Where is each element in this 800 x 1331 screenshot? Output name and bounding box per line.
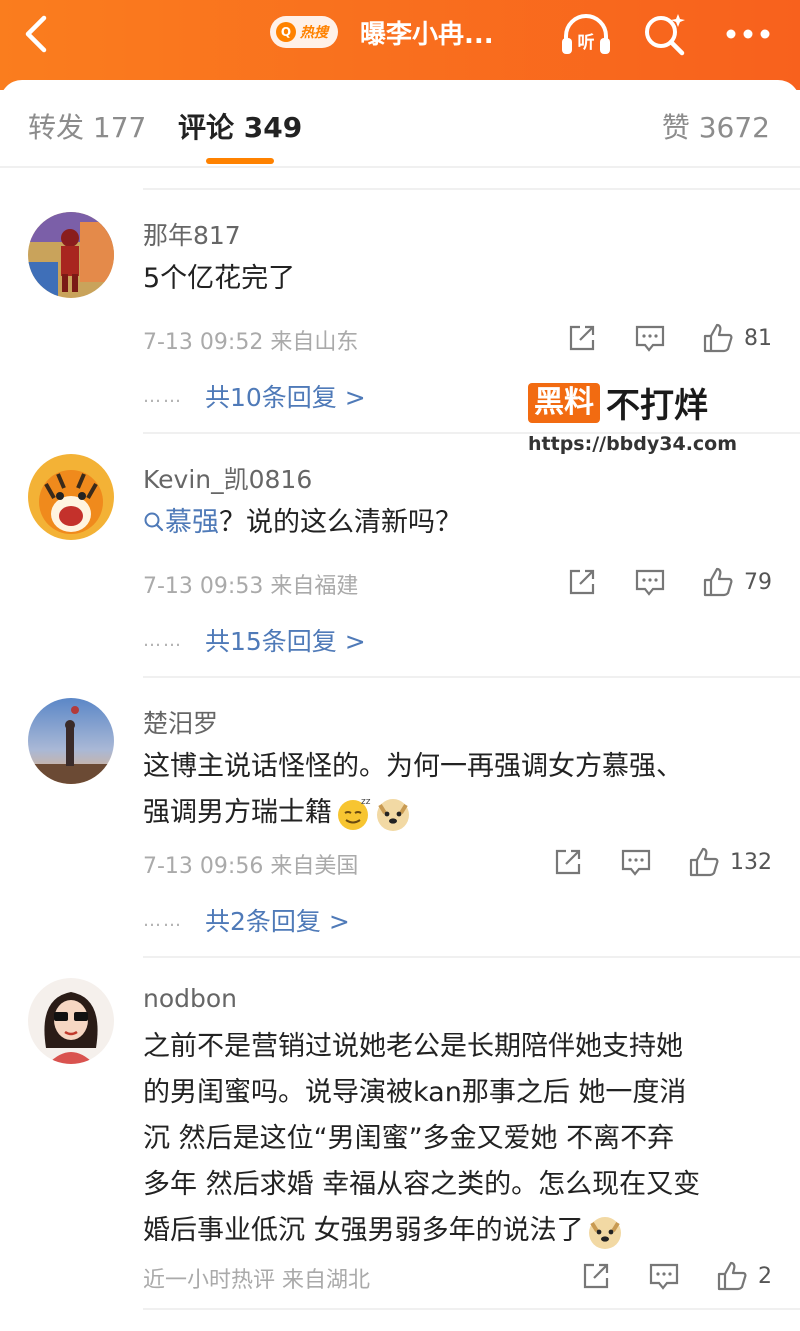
comment-text-line: 婚后事业低沉 女强男弱多年的说法了 xyxy=(143,1215,584,1246)
share-icon[interactable] xyxy=(552,846,584,878)
like-button[interactable]: 81 xyxy=(702,322,772,354)
reply-comment-icon[interactable] xyxy=(620,846,652,878)
avatar[interactable] xyxy=(28,212,114,298)
reply-comment-icon[interactable] xyxy=(634,566,666,598)
search-link[interactable]: 慕强 xyxy=(143,507,219,538)
like-count: 79 xyxy=(744,569,772,595)
reply-dots: …… xyxy=(143,629,183,651)
comment-actions: 81 xyxy=(566,320,772,356)
share-icon[interactable] xyxy=(580,1260,612,1292)
tab-like[interactable]: 赞 3672 xyxy=(662,106,770,146)
comment-text-line: 强调男方瑞士籍 xyxy=(143,797,332,828)
comment-actions: 79 xyxy=(566,564,772,600)
back-arrow-icon[interactable] xyxy=(18,12,58,56)
comment-meta: 7-13 09:53 来自福建 xyxy=(143,574,359,599)
reply-count-link[interactable]: 共15条回复 > xyxy=(205,622,366,658)
comment-text: 之前不是营销过说她老公是长期陪伴她支持她 的男闺蜜吗。说导演被kan那事之后 她… xyxy=(143,1024,773,1254)
headphone-listen-icon[interactable]: 听 xyxy=(558,10,614,58)
reply-count-link[interactable]: 共10条回复 > xyxy=(205,378,366,414)
comment-text: 慕强？说的这么清新吗？ xyxy=(143,500,773,546)
watermark-url: https://bbdy34.com xyxy=(528,433,738,455)
tabs-divider xyxy=(0,166,800,168)
avatar[interactable] xyxy=(28,454,114,540)
listen-label: 听 xyxy=(578,32,595,53)
sleepy-smile-emoji-icon: zz xyxy=(338,797,371,830)
like-count: 2 xyxy=(758,1263,772,1289)
reply-dots: …… xyxy=(143,385,183,407)
comment-username[interactable]: 那年817 xyxy=(143,216,241,252)
tab-bar: 转发 177 评论 349 赞 3672 xyxy=(0,80,800,168)
like-button[interactable]: 79 xyxy=(702,566,772,598)
more-options-icon[interactable] xyxy=(722,14,774,54)
comment-text: 这博主说话怪怪的。为何一再强调女方慕强、 强调男方瑞士籍 zz xyxy=(143,744,773,836)
watermark-badge: 黑料 xyxy=(528,382,600,423)
comment-meta: 近一小时热评 来自湖北 xyxy=(143,1268,370,1293)
search-term: 慕强 xyxy=(165,507,219,538)
comment-username[interactable]: Kevin_凯0816 xyxy=(143,460,312,496)
search-small-icon xyxy=(144,512,164,532)
like-count: 81 xyxy=(744,325,772,351)
comment-text-line: 的男闺蜜吗。说导演被kan那事之后 她一度消 xyxy=(143,1077,687,1108)
avatar[interactable] xyxy=(28,698,114,784)
reply-dots: …… xyxy=(143,909,183,931)
active-tab-indicator xyxy=(206,158,274,164)
like-button[interactable]: 2 xyxy=(716,1260,772,1292)
share-icon[interactable] xyxy=(566,566,598,598)
comment-text-line: 之前不是营销过说她老公是长期陪伴她支持她 xyxy=(143,1031,683,1062)
reply-count-link[interactable]: 共2条回复 > xyxy=(205,902,350,938)
doge-emoji-icon xyxy=(588,1216,621,1249)
topic-title[interactable]: 曝李小冉... xyxy=(360,14,494,51)
comment-text: 5个亿花完了 xyxy=(143,263,296,294)
tab-comment[interactable]: 评论 349 xyxy=(178,106,302,146)
thumbs-up-icon xyxy=(689,847,719,877)
reply-comment-icon[interactable] xyxy=(648,1260,680,1292)
search-icon[interactable] xyxy=(640,10,688,58)
thumbs-up-icon xyxy=(717,1261,747,1291)
hot-search-label: 热搜 xyxy=(300,25,328,41)
divider xyxy=(143,188,800,190)
divider xyxy=(143,1308,800,1310)
comment-actions: 132 xyxy=(552,844,772,880)
comment-text-line: 这博主说话怪怪的。为何一再强调女方慕强、 xyxy=(143,751,683,782)
comment-text-line-with-emoji: 婚后事业低沉 女强男弱多年的说法了 xyxy=(143,1208,773,1254)
divider xyxy=(143,956,800,958)
comment-text-rest: ？说的这么清新吗？ xyxy=(219,507,462,538)
reply-comment-icon[interactable] xyxy=(634,322,666,354)
share-icon[interactable] xyxy=(566,322,598,354)
comment-meta: 7-13 09:56 来自美国 xyxy=(143,854,359,879)
thumbs-up-icon xyxy=(703,323,733,353)
divider xyxy=(143,676,800,678)
comment-meta: 7-13 09:52 来自山东 xyxy=(143,330,359,355)
comment-text-line-with-emoji: 强调男方瑞士籍 zz xyxy=(143,790,773,836)
comment-actions: 2 xyxy=(580,1258,772,1294)
view-replies[interactable]: …… 共10条回复 > xyxy=(143,378,366,414)
comment-username[interactable]: 楚汨罗 xyxy=(143,704,218,740)
doge-emoji-icon xyxy=(377,798,409,831)
view-replies[interactable]: …… 共2条回复 > xyxy=(143,902,350,938)
avatar[interactable] xyxy=(28,978,114,1064)
hot-search-badge[interactable]: Q 热搜 xyxy=(270,16,338,48)
like-count: 132 xyxy=(730,849,772,875)
hot-search-icon: Q xyxy=(276,22,296,42)
watermark: 黑料 不打烊 https://bbdy34.com xyxy=(528,378,737,455)
svg-text:zz: zz xyxy=(361,797,371,807)
watermark-text: 不打烊 xyxy=(606,386,708,426)
top-bar: Q 热搜 曝李小冉... 听 xyxy=(0,0,800,90)
tab-forward[interactable]: 转发 177 xyxy=(28,106,146,146)
thumbs-up-icon xyxy=(703,567,733,597)
comment-username[interactable]: nodbon xyxy=(143,984,237,1013)
like-button[interactable]: 132 xyxy=(688,846,772,878)
comment-text-line: 多年 然后求婚 幸福从容之类的。怎么现在又变 xyxy=(143,1169,701,1200)
view-replies[interactable]: …… 共15条回复 > xyxy=(143,622,366,658)
comment-text-line: 沉 然后是这位“男闺蜜”多金又爱她 不离不弃 xyxy=(143,1123,675,1154)
